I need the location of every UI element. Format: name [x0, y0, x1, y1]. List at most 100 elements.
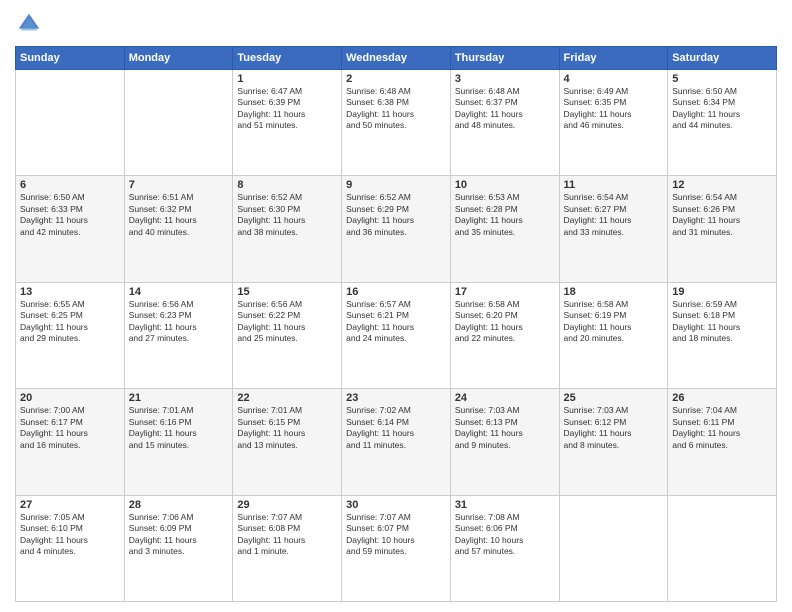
calendar-cell: 6Sunrise: 6:50 AM Sunset: 6:33 PM Daylig…: [16, 176, 125, 282]
calendar-cell: 21Sunrise: 7:01 AM Sunset: 6:16 PM Dayli…: [124, 389, 233, 495]
day-number: 6: [20, 179, 120, 191]
cell-content: Sunrise: 6:53 AM Sunset: 6:28 PM Dayligh…: [455, 192, 555, 238]
calendar-cell: 29Sunrise: 7:07 AM Sunset: 6:08 PM Dayli…: [233, 495, 342, 601]
cell-content: Sunrise: 6:54 AM Sunset: 6:26 PM Dayligh…: [672, 192, 772, 238]
day-number: 1: [237, 73, 337, 85]
cell-content: Sunrise: 7:02 AM Sunset: 6:14 PM Dayligh…: [346, 405, 446, 451]
cell-content: Sunrise: 6:50 AM Sunset: 6:33 PM Dayligh…: [20, 192, 120, 238]
calendar: SundayMondayTuesdayWednesdayThursdayFrid…: [15, 46, 777, 602]
page: SundayMondayTuesdayWednesdayThursdayFrid…: [0, 0, 792, 612]
day-number: 16: [346, 286, 446, 298]
calendar-cell: 4Sunrise: 6:49 AM Sunset: 6:35 PM Daylig…: [559, 70, 668, 176]
calendar-header-thursday: Thursday: [450, 47, 559, 70]
calendar-cell: 11Sunrise: 6:54 AM Sunset: 6:27 PM Dayli…: [559, 176, 668, 282]
day-number: 11: [564, 179, 664, 191]
day-number: 8: [237, 179, 337, 191]
cell-content: Sunrise: 6:56 AM Sunset: 6:22 PM Dayligh…: [237, 299, 337, 345]
header: [15, 10, 777, 38]
calendar-header-row: SundayMondayTuesdayWednesdayThursdayFrid…: [16, 47, 777, 70]
calendar-cell: 14Sunrise: 6:56 AM Sunset: 6:23 PM Dayli…: [124, 282, 233, 388]
calendar-cell: 20Sunrise: 7:00 AM Sunset: 6:17 PM Dayli…: [16, 389, 125, 495]
calendar-cell: 18Sunrise: 6:58 AM Sunset: 6:19 PM Dayli…: [559, 282, 668, 388]
cell-content: Sunrise: 6:52 AM Sunset: 6:30 PM Dayligh…: [237, 192, 337, 238]
calendar-cell: 5Sunrise: 6:50 AM Sunset: 6:34 PM Daylig…: [668, 70, 777, 176]
calendar-cell: 17Sunrise: 6:58 AM Sunset: 6:20 PM Dayli…: [450, 282, 559, 388]
logo-icon: [15, 10, 43, 38]
day-number: 5: [672, 73, 772, 85]
cell-content: Sunrise: 6:59 AM Sunset: 6:18 PM Dayligh…: [672, 299, 772, 345]
day-number: 25: [564, 392, 664, 404]
calendar-cell: 16Sunrise: 6:57 AM Sunset: 6:21 PM Dayli…: [342, 282, 451, 388]
calendar-cell: [668, 495, 777, 601]
day-number: 15: [237, 286, 337, 298]
calendar-cell: 7Sunrise: 6:51 AM Sunset: 6:32 PM Daylig…: [124, 176, 233, 282]
cell-content: Sunrise: 6:54 AM Sunset: 6:27 PM Dayligh…: [564, 192, 664, 238]
cell-content: Sunrise: 6:49 AM Sunset: 6:35 PM Dayligh…: [564, 86, 664, 132]
cell-content: Sunrise: 6:48 AM Sunset: 6:37 PM Dayligh…: [455, 86, 555, 132]
day-number: 12: [672, 179, 772, 191]
calendar-header-wednesday: Wednesday: [342, 47, 451, 70]
calendar-header-saturday: Saturday: [668, 47, 777, 70]
cell-content: Sunrise: 7:03 AM Sunset: 6:12 PM Dayligh…: [564, 405, 664, 451]
cell-content: Sunrise: 6:50 AM Sunset: 6:34 PM Dayligh…: [672, 86, 772, 132]
day-number: 3: [455, 73, 555, 85]
cell-content: Sunrise: 7:01 AM Sunset: 6:16 PM Dayligh…: [129, 405, 229, 451]
cell-content: Sunrise: 6:58 AM Sunset: 6:19 PM Dayligh…: [564, 299, 664, 345]
cell-content: Sunrise: 7:05 AM Sunset: 6:10 PM Dayligh…: [20, 512, 120, 558]
day-number: 4: [564, 73, 664, 85]
day-number: 22: [237, 392, 337, 404]
calendar-cell: 3Sunrise: 6:48 AM Sunset: 6:37 PM Daylig…: [450, 70, 559, 176]
day-number: 28: [129, 499, 229, 511]
calendar-cell: 13Sunrise: 6:55 AM Sunset: 6:25 PM Dayli…: [16, 282, 125, 388]
day-number: 14: [129, 286, 229, 298]
calendar-cell: 1Sunrise: 6:47 AM Sunset: 6:39 PM Daylig…: [233, 70, 342, 176]
day-number: 10: [455, 179, 555, 191]
calendar-cell: 22Sunrise: 7:01 AM Sunset: 6:15 PM Dayli…: [233, 389, 342, 495]
day-number: 17: [455, 286, 555, 298]
day-number: 31: [455, 499, 555, 511]
calendar-week-4: 20Sunrise: 7:00 AM Sunset: 6:17 PM Dayli…: [16, 389, 777, 495]
cell-content: Sunrise: 6:48 AM Sunset: 6:38 PM Dayligh…: [346, 86, 446, 132]
day-number: 21: [129, 392, 229, 404]
day-number: 7: [129, 179, 229, 191]
calendar-cell: [16, 70, 125, 176]
cell-content: Sunrise: 6:58 AM Sunset: 6:20 PM Dayligh…: [455, 299, 555, 345]
calendar-cell: 9Sunrise: 6:52 AM Sunset: 6:29 PM Daylig…: [342, 176, 451, 282]
cell-content: Sunrise: 7:07 AM Sunset: 6:07 PM Dayligh…: [346, 512, 446, 558]
calendar-cell: 31Sunrise: 7:08 AM Sunset: 6:06 PM Dayli…: [450, 495, 559, 601]
calendar-cell: 2Sunrise: 6:48 AM Sunset: 6:38 PM Daylig…: [342, 70, 451, 176]
cell-content: Sunrise: 7:01 AM Sunset: 6:15 PM Dayligh…: [237, 405, 337, 451]
cell-content: Sunrise: 7:06 AM Sunset: 6:09 PM Dayligh…: [129, 512, 229, 558]
calendar-week-5: 27Sunrise: 7:05 AM Sunset: 6:10 PM Dayli…: [16, 495, 777, 601]
calendar-cell: [124, 70, 233, 176]
cell-content: Sunrise: 6:52 AM Sunset: 6:29 PM Dayligh…: [346, 192, 446, 238]
cell-content: Sunrise: 7:00 AM Sunset: 6:17 PM Dayligh…: [20, 405, 120, 451]
calendar-cell: 26Sunrise: 7:04 AM Sunset: 6:11 PM Dayli…: [668, 389, 777, 495]
cell-content: Sunrise: 6:47 AM Sunset: 6:39 PM Dayligh…: [237, 86, 337, 132]
calendar-cell: 27Sunrise: 7:05 AM Sunset: 6:10 PM Dayli…: [16, 495, 125, 601]
calendar-cell: 8Sunrise: 6:52 AM Sunset: 6:30 PM Daylig…: [233, 176, 342, 282]
calendar-cell: 24Sunrise: 7:03 AM Sunset: 6:13 PM Dayli…: [450, 389, 559, 495]
cell-content: Sunrise: 7:07 AM Sunset: 6:08 PM Dayligh…: [237, 512, 337, 558]
calendar-header-monday: Monday: [124, 47, 233, 70]
day-number: 2: [346, 73, 446, 85]
calendar-cell: 28Sunrise: 7:06 AM Sunset: 6:09 PM Dayli…: [124, 495, 233, 601]
calendar-cell: [559, 495, 668, 601]
day-number: 13: [20, 286, 120, 298]
calendar-header-tuesday: Tuesday: [233, 47, 342, 70]
day-number: 26: [672, 392, 772, 404]
day-number: 23: [346, 392, 446, 404]
cell-content: Sunrise: 7:04 AM Sunset: 6:11 PM Dayligh…: [672, 405, 772, 451]
calendar-cell: 10Sunrise: 6:53 AM Sunset: 6:28 PM Dayli…: [450, 176, 559, 282]
day-number: 9: [346, 179, 446, 191]
calendar-cell: 23Sunrise: 7:02 AM Sunset: 6:14 PM Dayli…: [342, 389, 451, 495]
calendar-week-1: 1Sunrise: 6:47 AM Sunset: 6:39 PM Daylig…: [16, 70, 777, 176]
day-number: 20: [20, 392, 120, 404]
cell-content: Sunrise: 6:57 AM Sunset: 6:21 PM Dayligh…: [346, 299, 446, 345]
cell-content: Sunrise: 7:08 AM Sunset: 6:06 PM Dayligh…: [455, 512, 555, 558]
cell-content: Sunrise: 7:03 AM Sunset: 6:13 PM Dayligh…: [455, 405, 555, 451]
calendar-cell: 12Sunrise: 6:54 AM Sunset: 6:26 PM Dayli…: [668, 176, 777, 282]
day-number: 30: [346, 499, 446, 511]
calendar-week-3: 13Sunrise: 6:55 AM Sunset: 6:25 PM Dayli…: [16, 282, 777, 388]
day-number: 19: [672, 286, 772, 298]
